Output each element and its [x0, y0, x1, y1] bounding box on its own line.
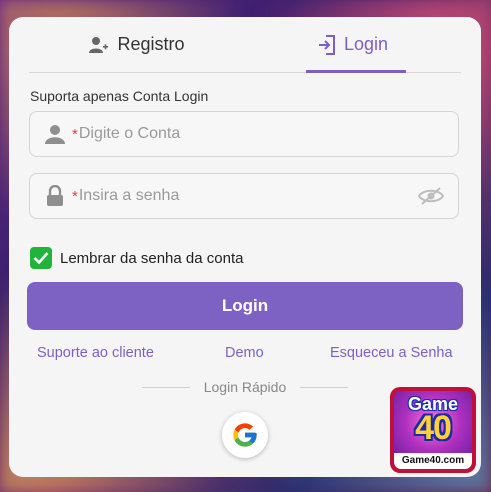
tab-login[interactable]: Login [245, 17, 461, 72]
password-placeholder: Insira a senha [78, 187, 180, 204]
add-user-icon [89, 36, 109, 53]
password-field[interactable]: * Insira a senha [29, 173, 459, 219]
quick-login-label: Login Rápido [203, 379, 287, 395]
required-mark: * [72, 125, 78, 143]
account-placeholder: Digite o Conta [78, 125, 181, 142]
game40-logo: Game 40 Game40.com [390, 387, 476, 473]
tab-register-label: Registro [117, 34, 185, 54]
tab-login-label: Login [343, 34, 389, 54]
account-field[interactable]: * Digite o Conta [29, 111, 459, 157]
logo-number-text: 40 [415, 409, 452, 447]
login-button[interactable]: Login [27, 282, 463, 330]
demo-link[interactable]: Demo [225, 345, 264, 361]
logo-badge: Game 40 Game40.com [394, 391, 472, 469]
tab-register[interactable]: Registro [29, 17, 245, 72]
form-subtitle: Suporta apenas Conta Login [30, 88, 209, 104]
required-mark: * [72, 187, 78, 205]
support-link[interactable]: Suporte ao cliente [37, 345, 154, 361]
lock-icon [44, 185, 66, 207]
google-login-button[interactable] [222, 412, 268, 458]
auth-tabs: Registro Login [29, 17, 461, 73]
login-icon [318, 34, 335, 55]
check-icon [33, 252, 49, 265]
auth-links: Suporte ao cliente Demo Esqueceu a Senha [9, 345, 481, 365]
divider-line [141, 386, 190, 388]
user-icon [44, 124, 66, 144]
remember-label: Lembrar da senha da conta [60, 249, 244, 267]
divider-line [300, 386, 349, 388]
remember-checkbox[interactable] [30, 247, 52, 269]
forgot-password-link[interactable]: Esqueceu a Senha [330, 345, 453, 361]
remember-password[interactable]: Lembrar da senha da conta [30, 247, 243, 269]
logo-footer-text: Game40.com [394, 453, 472, 469]
active-tab-indicator [306, 70, 406, 73]
eye-off-icon[interactable] [417, 186, 445, 211]
google-icon [233, 423, 257, 447]
